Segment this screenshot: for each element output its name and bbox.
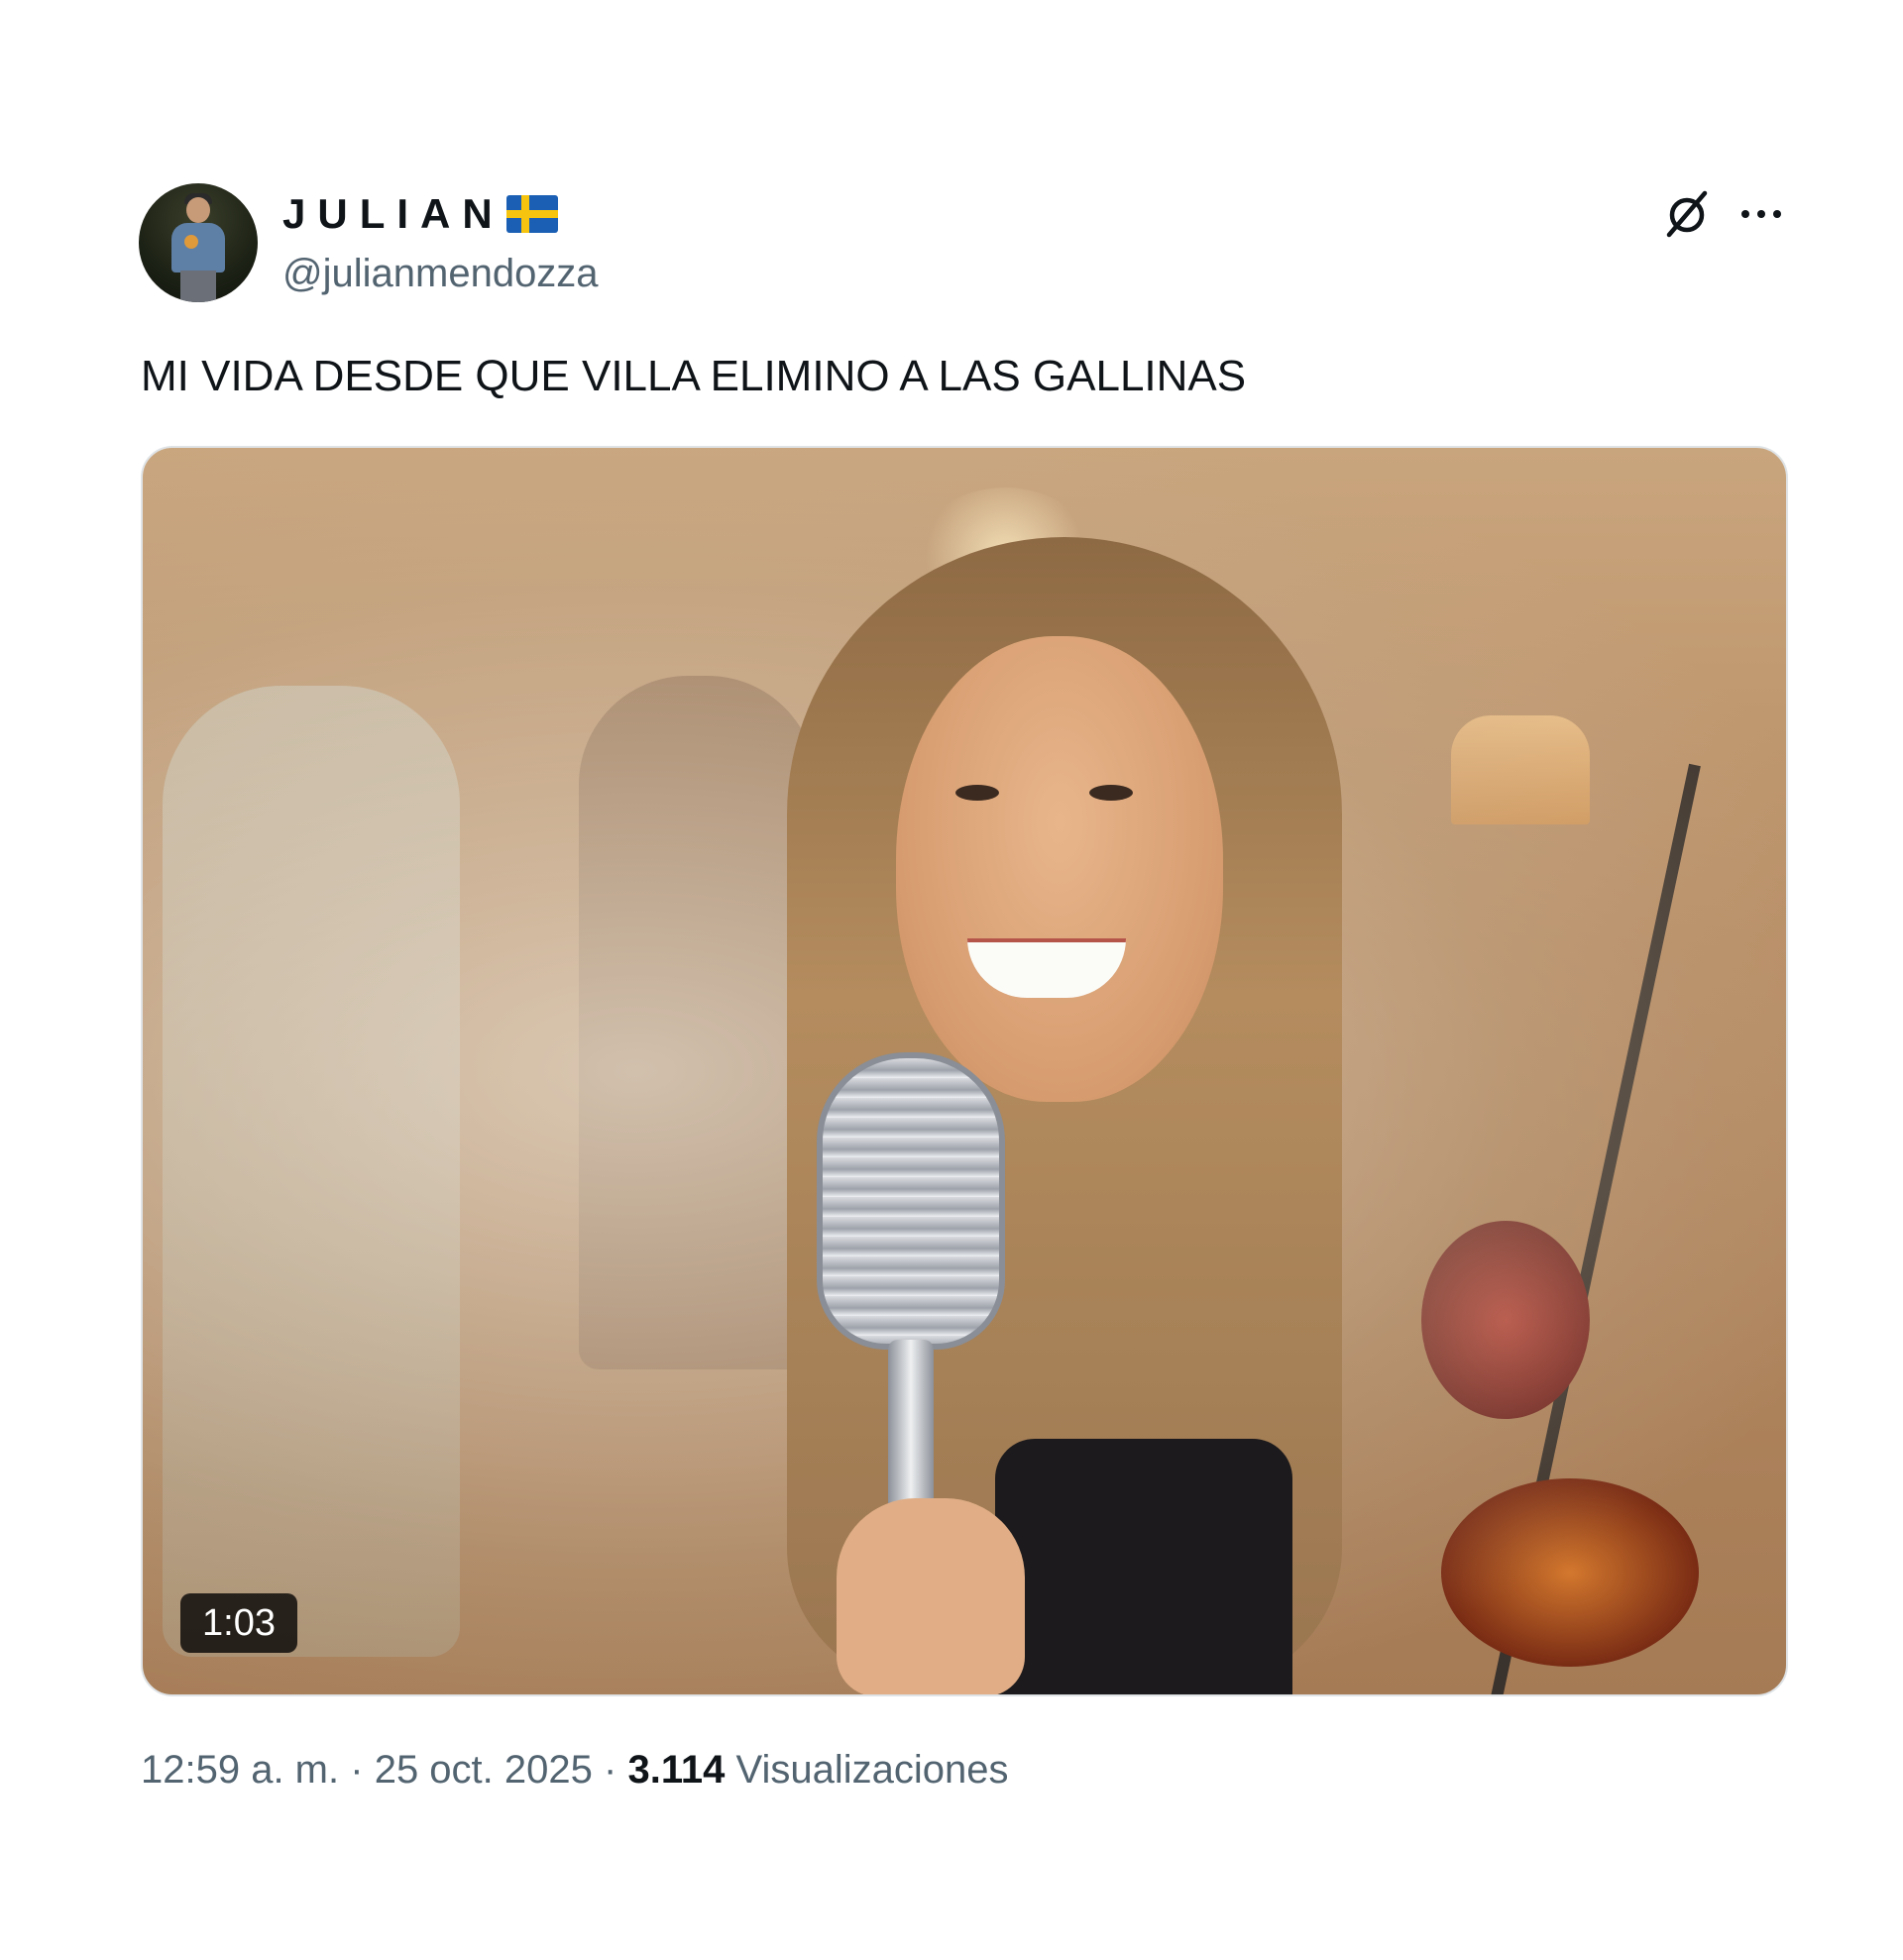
avatar-body <box>171 223 225 272</box>
video-frame-singer-face <box>896 636 1223 1102</box>
author-handle[interactable]: @julianmendozza <box>282 250 599 297</box>
video-player[interactable]: 1:03 <box>141 446 1788 1696</box>
sweden-flag-icon <box>505 195 558 233</box>
meta-separator: · <box>350 1748 364 1792</box>
avatar-head <box>186 197 210 223</box>
avatar[interactable] <box>139 183 258 302</box>
meta-separator: · <box>604 1748 617 1792</box>
video-frame-hand <box>837 1498 1025 1694</box>
author-display-name[interactable]: JULIAN <box>282 189 558 239</box>
grok-icon[interactable] <box>1661 188 1713 240</box>
video-frame-shirt <box>995 1439 1292 1694</box>
tweet-date[interactable]: 25 oct. 2025 <box>375 1748 593 1792</box>
views-label[interactable]: Visualizaciones <box>735 1748 1008 1792</box>
more-dots-icon[interactable] <box>1736 196 1786 232</box>
views-count[interactable]: 3.114 <box>627 1748 725 1792</box>
author-name-text: JULIAN <box>282 190 504 237</box>
tweet-text: MI VIDA DESDE QUE VILLA ELIMINO A LAS GA… <box>141 352 1247 400</box>
avatar-legs <box>180 271 216 302</box>
video-duration-badge: 1:03 <box>180 1593 297 1653</box>
tweet-time[interactable]: 12:59 a. m. <box>141 1748 339 1792</box>
tweet-card: JULIAN @julianmendozza MI VIDA DESDE QUE… <box>0 0 1903 1960</box>
video-frame-eye-right <box>1089 785 1133 801</box>
video-frame-microphone <box>817 1052 1005 1350</box>
avatar-shirt-logo <box>184 235 198 249</box>
video-frame-eye-left <box>955 785 999 801</box>
tweet-meta: 12:59 a. m. · 25 oct. 2025 · 3.114 Visua… <box>141 1744 1008 1796</box>
